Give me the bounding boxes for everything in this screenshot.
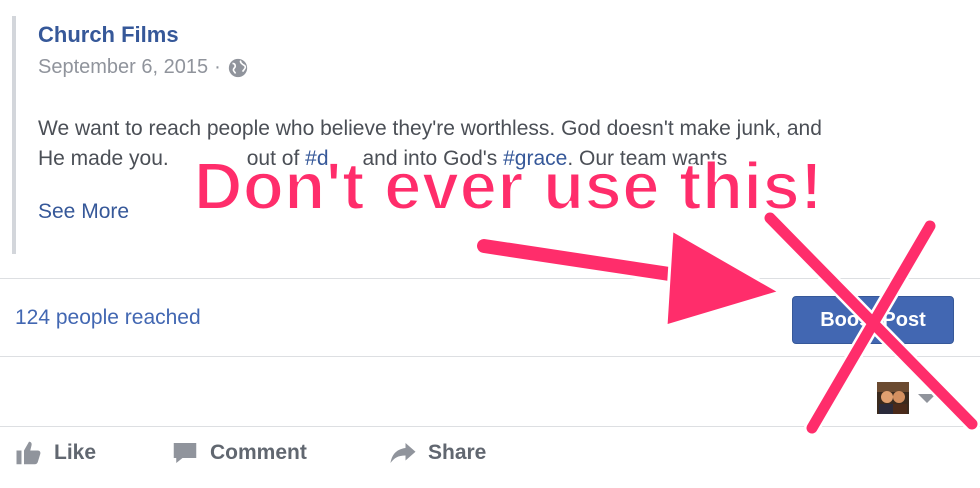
see-more-link[interactable]: See More [38, 200, 129, 224]
divider [0, 426, 980, 427]
globe-icon[interactable] [227, 57, 249, 79]
comment-button[interactable]: Comment [170, 438, 307, 468]
share-button[interactable]: Share [388, 438, 486, 468]
action-bar: Like Comment Share [0, 438, 980, 478]
quote-bar [12, 16, 16, 254]
comment-label: Comment [210, 441, 307, 464]
share-arrow-icon [390, 443, 416, 463]
page-name-link[interactable]: Church Films [38, 22, 179, 48]
comment-icon [173, 443, 197, 463]
like-label: Like [54, 441, 97, 464]
divider [0, 278, 980, 279]
post-date[interactable]: September 6, 2015 [38, 56, 208, 79]
share-label: Share [428, 441, 487, 464]
meta-separator: · [214, 56, 221, 78]
like-button[interactable]: Like [14, 438, 96, 468]
reach-count-link[interactable]: 124 people reached [15, 306, 201, 330]
annotation-callout-text: Don't ever use this! [193, 148, 824, 225]
post-meta: September 6, 2015 · [38, 56, 249, 79]
boost-post-button[interactable]: Boost Post [792, 296, 954, 344]
avatar[interactable] [877, 382, 909, 414]
text-fragment: He made you. [38, 147, 169, 170]
divider [0, 356, 980, 357]
chevron-down-icon[interactable] [918, 394, 936, 403]
post-text-line-1: We want to reach people who believe they… [38, 117, 822, 140]
thumbs-up-icon [16, 441, 41, 465]
